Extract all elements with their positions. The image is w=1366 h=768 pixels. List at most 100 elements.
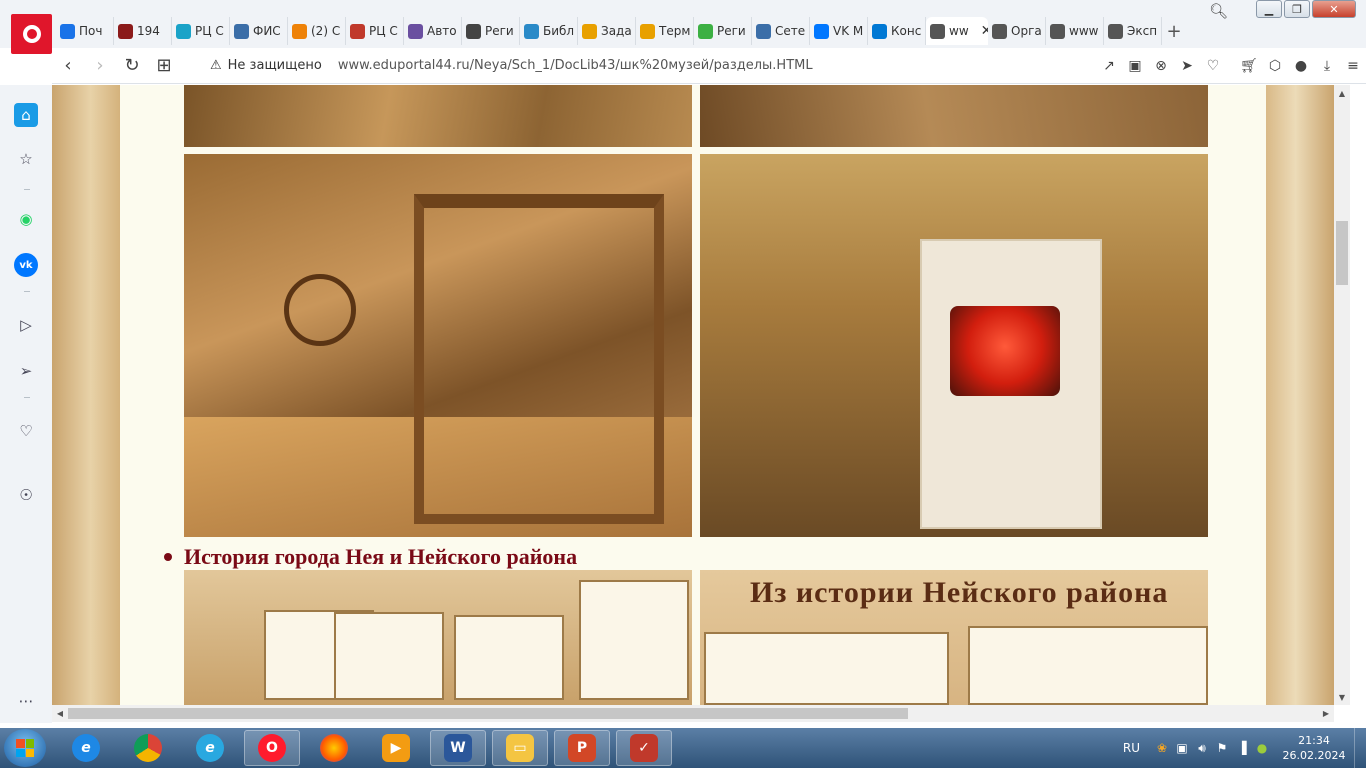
taskbar-explorer-icon[interactable]: ▭ xyxy=(492,730,548,766)
taskbar-media-player-icon[interactable]: ▶ xyxy=(368,730,424,766)
horizontal-scrollbar[interactable]: ◀ ▶ xyxy=(52,705,1334,722)
globe-icon xyxy=(992,23,1007,39)
tab-label: Терм xyxy=(659,24,691,38)
send-arrow-icon[interactable]: ➢ xyxy=(14,359,38,383)
maximize-button[interactable]: ❐ xyxy=(1284,0,1310,18)
task-icon xyxy=(582,23,597,39)
clock[interactable]: 21:34 26.02.2024 xyxy=(1278,733,1350,763)
downloads-icon[interactable]: ⤓ xyxy=(1314,53,1340,79)
player-icon[interactable]: ▷ xyxy=(14,313,38,337)
tray-device-icon[interactable]: ▣ xyxy=(1172,741,1192,755)
more-icon[interactable]: ⋯ xyxy=(14,689,38,713)
browser-tab[interactable]: Библ xyxy=(520,17,578,45)
flag-icon[interactable]: ⚑ xyxy=(1212,741,1232,755)
close-tab-icon[interactable]: ✕ xyxy=(981,23,988,39)
url-field[interactable]: www.eduportal44.ru/Neya/Sch_1/DocLib43/ш… xyxy=(338,58,813,73)
scroll-right-arrow-icon[interactable]: ▶ xyxy=(1318,705,1334,722)
cart-icon[interactable]: 🛒︎ xyxy=(1236,53,1262,79)
easy-setup-icon[interactable]: ≡ xyxy=(1340,53,1366,79)
section-heading: История города Нея и Нейского района xyxy=(164,544,577,570)
volume-icon[interactable]: 🔊︎ xyxy=(1192,741,1212,756)
horizontal-scroll-thumb[interactable] xyxy=(68,708,908,719)
scroll-left-arrow-icon[interactable]: ◀ xyxy=(52,705,68,722)
profile-icon[interactable]: ● xyxy=(1288,53,1314,79)
term-icon xyxy=(640,23,655,39)
taskbar-ie-icon[interactable]: e xyxy=(58,730,114,766)
taskbar-opera-icon[interactable]: O xyxy=(244,730,300,766)
send-icon[interactable]: ➤ xyxy=(1174,53,1200,79)
bookmark-heart-icon[interactable]: ♡ xyxy=(1200,53,1226,79)
snapshot-icon[interactable]: ▣ xyxy=(1122,53,1148,79)
start-button[interactable] xyxy=(4,729,46,767)
browser-tab[interactable]: Конс xyxy=(868,17,926,45)
browser-tab[interactable]: Орга xyxy=(988,17,1046,45)
new-tab-button[interactable]: + xyxy=(1162,17,1186,45)
museum-icon xyxy=(118,23,133,39)
security-indicator[interactable]: ⚠ Не защищено xyxy=(210,58,322,73)
clock-time: 21:34 xyxy=(1298,734,1330,747)
home-icon[interactable]: ⌂ xyxy=(14,103,38,127)
taskbar-firefox-icon[interactable] xyxy=(306,730,362,766)
tab-label: Зада xyxy=(601,24,632,38)
browser-tab[interactable]: РЦ С xyxy=(172,17,230,45)
spinning-wheel xyxy=(284,274,356,346)
vk-icon[interactable]: vk xyxy=(14,253,38,277)
heart-icon[interactable]: ♡ xyxy=(14,419,38,443)
speed-dial-button[interactable]: ⊞ xyxy=(148,50,180,82)
browser-tab[interactable]: Поч xyxy=(56,17,114,45)
forward-button[interactable]: › xyxy=(84,50,116,82)
tab-label: www xyxy=(1069,24,1099,38)
show-desktop-button[interactable] xyxy=(1354,728,1366,768)
browser-tab[interactable]: Эксп xyxy=(1104,17,1162,45)
reload-button[interactable]: ↻ xyxy=(116,50,148,82)
scroll-down-arrow-icon[interactable]: ▼ xyxy=(1334,689,1350,705)
browser-tab[interactable]: Терм xyxy=(636,17,694,45)
browser-tab[interactable]: ww ✕ xyxy=(926,17,988,45)
stove-fire xyxy=(950,306,1060,396)
adblock-icon[interactable]: ⊗ xyxy=(1148,53,1174,79)
clock-date: 26.02.2024 xyxy=(1282,749,1346,762)
fis-icon xyxy=(234,23,249,39)
browser-tab[interactable]: Реги xyxy=(694,17,752,45)
taskbar-word-icon[interactable]: W xyxy=(430,730,486,766)
opera-menu-button[interactable] xyxy=(11,14,52,54)
taskbar-chrome-icon[interactable] xyxy=(120,730,176,766)
close-window-button[interactable]: ✕ xyxy=(1312,0,1356,18)
minimize-button[interactable]: ▁ xyxy=(1256,0,1282,18)
browser-tab[interactable]: ФИС xyxy=(230,17,288,45)
window-controls: ▁ ❐ ✕ xyxy=(1256,0,1356,18)
tab-label: Авто xyxy=(427,24,457,38)
tray-status-icon[interactable]: ● xyxy=(1252,741,1272,755)
language-indicator[interactable]: RU xyxy=(1123,741,1140,755)
browser-tab[interactable]: (2) С xyxy=(288,17,346,45)
globe-icon xyxy=(1050,23,1065,39)
exhibit-board xyxy=(579,580,689,700)
back-button[interactable]: ‹ xyxy=(52,50,84,82)
vertical-scroll-thumb[interactable] xyxy=(1336,221,1348,285)
browser-tab[interactable]: РЦ С xyxy=(346,17,404,45)
taskbar-app-icon[interactable]: ✓ xyxy=(616,730,672,766)
browser-tab[interactable]: 194 xyxy=(114,17,172,45)
cube-icon[interactable]: ⬡ xyxy=(1262,53,1288,79)
tab-label: Эксп xyxy=(1127,24,1158,38)
whatsapp-icon[interactable]: ◉ xyxy=(14,207,38,231)
browser-tab[interactable]: Зада xyxy=(578,17,636,45)
lightbulb-icon[interactable]: ☉ xyxy=(14,483,38,507)
windows-taskbar: e e O ▶ W ▭ P ✓ RU ❀ ▣ 🔊︎ ⚑ ▐ ● 21:34 26… xyxy=(0,728,1366,768)
star-icon[interactable]: ☆ xyxy=(14,147,38,171)
loom-frame xyxy=(414,194,664,524)
tab-search-icon[interactable]: 🔍︎ xyxy=(1209,2,1228,20)
apps-icon xyxy=(1108,23,1123,39)
browser-tab[interactable]: Реги xyxy=(462,17,520,45)
vertical-scrollbar[interactable]: ▲ ▼ xyxy=(1334,85,1350,705)
taskbar-powerpoint-icon[interactable]: P xyxy=(554,730,610,766)
browser-tab[interactable]: Авто xyxy=(404,17,462,45)
taskbar-ie-icon[interactable]: e xyxy=(182,730,238,766)
browser-tab[interactable]: www xyxy=(1046,17,1104,45)
tray-app-icon[interactable]: ❀ xyxy=(1152,741,1172,755)
signal-icon[interactable]: ▐ xyxy=(1232,741,1252,755)
browser-tab[interactable]: Сете xyxy=(752,17,810,45)
scroll-up-arrow-icon[interactable]: ▲ xyxy=(1334,85,1350,101)
browser-tab[interactable]: VK М xyxy=(810,17,868,45)
share-icon[interactable]: ↗ xyxy=(1096,53,1122,79)
